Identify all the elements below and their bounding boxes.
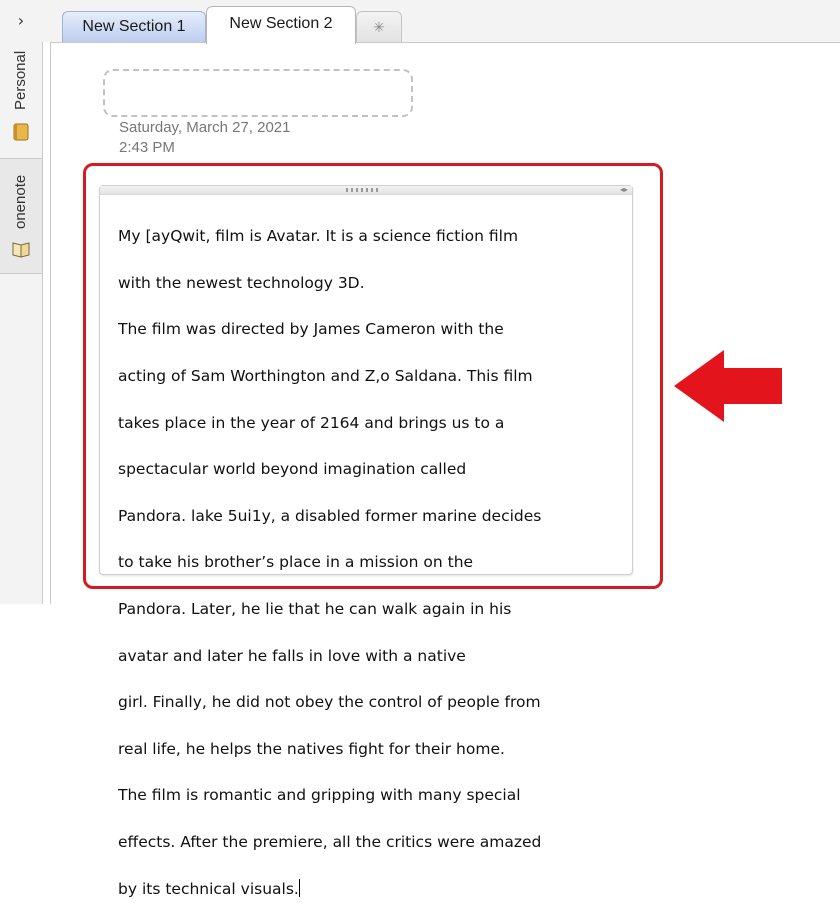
note-move-handle[interactable]: ◂▸ <box>100 186 632 195</box>
note-line: Pandora. Later, he lie that he can walk … <box>118 600 512 619</box>
section-tab-bar: New Section 1 New Section 2 ✳ <box>42 0 840 44</box>
expand-navigation-button[interactable]: › <box>0 4 42 38</box>
note-line: takes place in the year of 2164 and brin… <box>118 413 505 432</box>
note-line: real life, he helps the natives fight fo… <box>118 739 505 758</box>
note-line: acting of Sam Worthington and Z,o Saldan… <box>118 367 533 386</box>
notebook-tab-personal[interactable]: Personal <box>0 46 42 150</box>
note-container[interactable]: ◂▸ My [ayQwit, film is Avatar. It is a s… <box>99 185 633 898</box>
notebook-label: onenote <box>12 174 29 229</box>
notebook-sidebar: › Personal onenote <box>0 0 43 604</box>
page-canvas[interactable]: Saturday, March 27, 2021 2:43 PM ◂▸ My [… <box>50 42 840 898</box>
note-line: Pandora. lake 5ui1y, a disabled former m… <box>118 506 542 525</box>
notebook-label: Personal <box>12 50 29 110</box>
open-book-icon <box>12 242 30 258</box>
notebook-icon <box>13 123 29 141</box>
grip-icon <box>346 188 378 192</box>
page-title-input[interactable] <box>103 69 413 117</box>
notebook-tab-onenote[interactable]: onenote <box>0 158 42 274</box>
note-line: girl. Finally, he did not obey the contr… <box>118 693 541 712</box>
note-line: with the newest technology 3D. <box>118 273 365 292</box>
note-line: by its technical visuals. <box>118 879 299 898</box>
note-line: My [ayQwit, film is Avatar. It is a scie… <box>118 227 519 246</box>
note-line: spectacular world beyond imagination cal… <box>118 460 467 479</box>
text-cursor <box>298 878 301 897</box>
page-time: 2:43 PM <box>119 139 175 156</box>
red-arrow-icon <box>674 350 782 422</box>
resize-handle-icon[interactable]: ◂▸ <box>620 186 628 194</box>
note-line: avatar and later he falls in love with a… <box>118 646 466 665</box>
note-text[interactable]: My [ayQwit, film is Avatar. It is a scie… <box>118 202 618 924</box>
tab-new-section-2[interactable]: New Section 2 <box>206 6 356 44</box>
note-line: The film was directed by James Cameron w… <box>118 320 504 339</box>
add-section-button[interactable]: ✳ <box>356 11 402 42</box>
note-line: The film is romantic and gripping with m… <box>118 786 521 805</box>
page-date: Saturday, March 27, 2021 <box>119 119 291 136</box>
note-line: to take his brother’s place in a mission… <box>118 553 474 572</box>
tab-new-section-1[interactable]: New Section 1 <box>62 11 206 42</box>
note-line: effects. After the premiere, all the cri… <box>118 833 542 852</box>
